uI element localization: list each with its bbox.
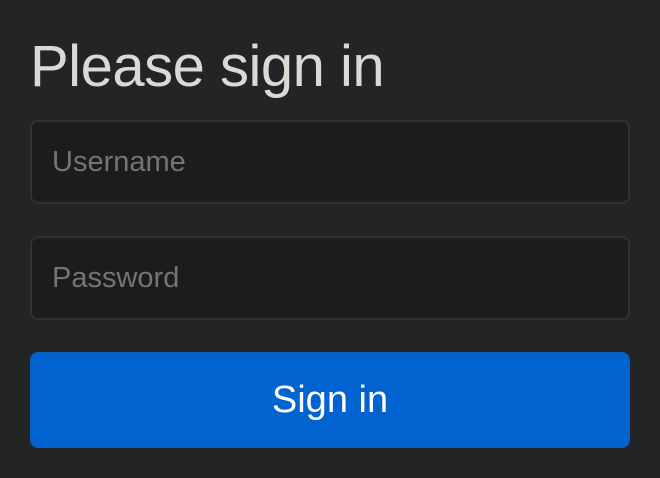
password-input[interactable] (30, 236, 630, 320)
username-input[interactable] (30, 120, 630, 204)
page-title: Please sign in (30, 34, 385, 99)
signin-button[interactable]: Sign in (30, 352, 630, 448)
